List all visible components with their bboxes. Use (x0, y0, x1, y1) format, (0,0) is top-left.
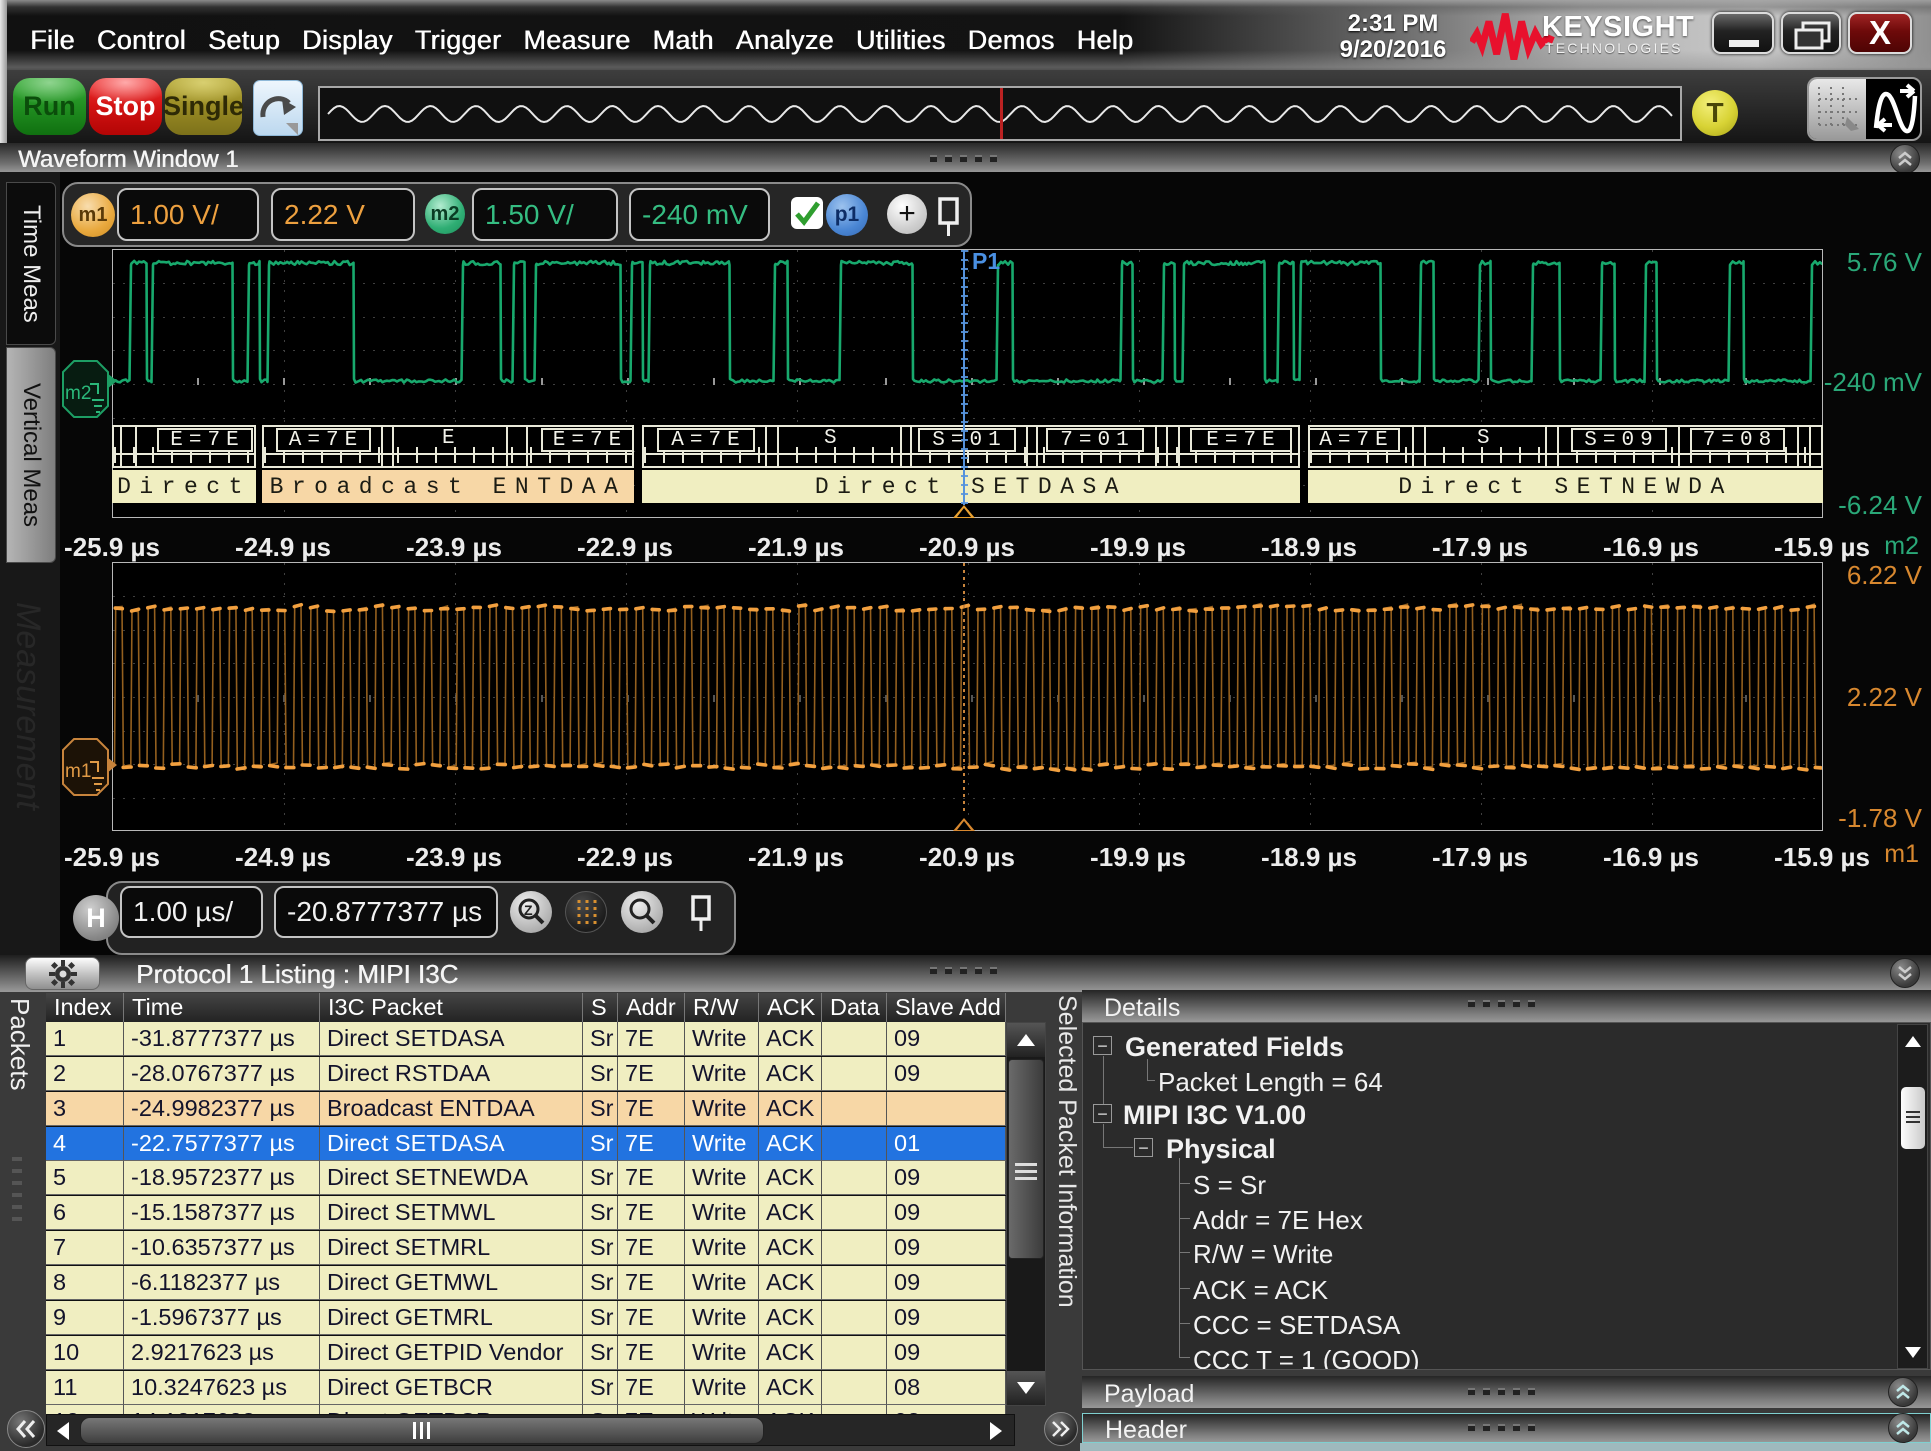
svg-text:m1: m1 (65, 761, 91, 782)
svg-text:m2: m2 (65, 383, 91, 404)
svg-text:Z: Z (524, 902, 533, 918)
